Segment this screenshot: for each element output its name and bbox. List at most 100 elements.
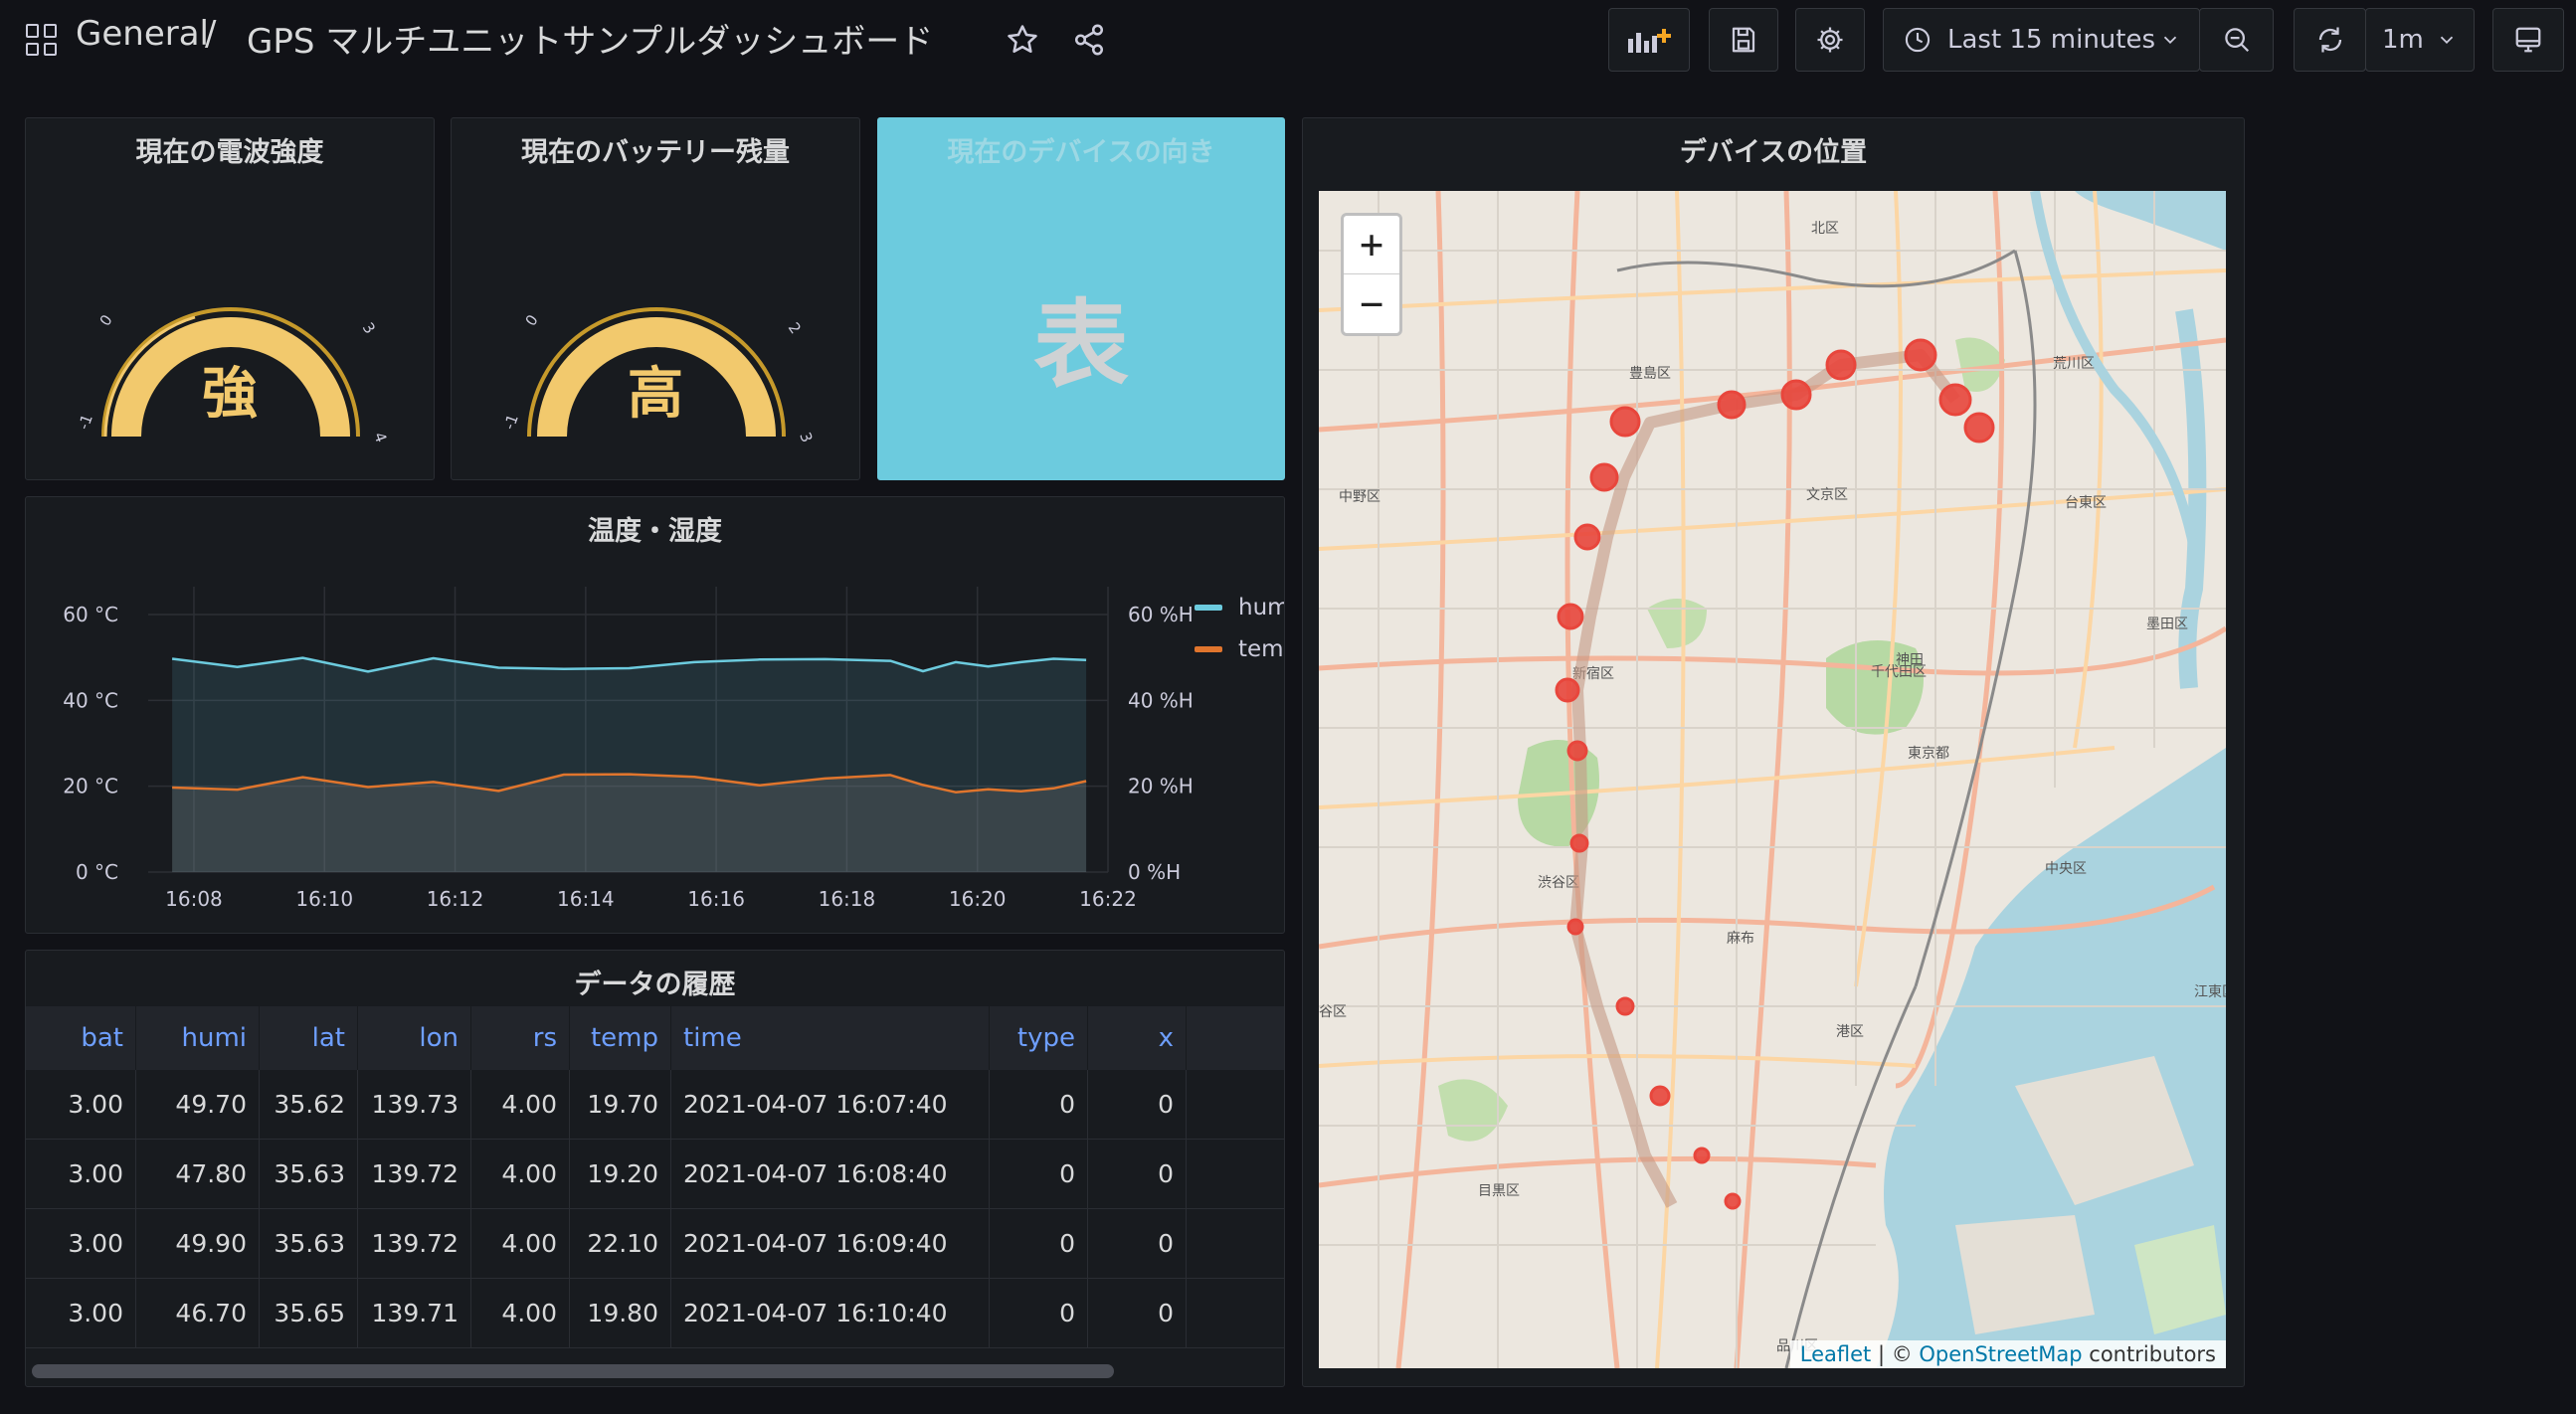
gps-point-marker[interactable] xyxy=(1609,406,1641,438)
column-header-humi[interactable]: humi xyxy=(136,1006,260,1070)
gps-point-marker[interactable] xyxy=(1717,390,1747,420)
refresh-interval-label: 1m xyxy=(2382,25,2424,55)
table-row: 3.00 49.70 35.62 139.73 4.00 19.70 2021-… xyxy=(26,1070,1284,1140)
horizontal-scrollbar[interactable] xyxy=(32,1364,1114,1378)
x-axis-tick-label: 16:14 xyxy=(557,887,615,911)
refresh-button[interactable] xyxy=(2294,8,2366,72)
map-zoom-control: + − xyxy=(1341,213,1402,336)
place-label: 墨田区 xyxy=(2146,616,2188,631)
gps-point-marker[interactable] xyxy=(1569,833,1589,853)
gps-point-marker[interactable] xyxy=(1724,1192,1742,1210)
gps-point-marker[interactable] xyxy=(1555,677,1580,703)
place-label: 麻布 xyxy=(1727,930,1754,946)
cell-x: 0 xyxy=(1088,1209,1187,1279)
gps-point-marker[interactable] xyxy=(1904,338,1937,372)
gps-point-marker[interactable] xyxy=(1825,349,1857,381)
table-row: 3.00 47.80 35.63 139.72 4.00 19.20 2021-… xyxy=(26,1140,1284,1209)
gps-point-marker[interactable] xyxy=(1649,1085,1671,1107)
gps-point-marker[interactable] xyxy=(1693,1147,1711,1164)
cell-bat: 3.00 xyxy=(26,1209,136,1279)
orientation-value: 表 xyxy=(1033,289,1129,401)
cell-time: 2021-04-07 16:09:40 xyxy=(671,1209,990,1279)
panel-title: データの履歴 xyxy=(574,970,736,1000)
gps-point-marker[interactable] xyxy=(1589,462,1619,492)
gps-point-marker[interactable] xyxy=(1963,412,1995,443)
cell-type: 0 xyxy=(990,1209,1088,1279)
column-header-lon[interactable]: lon xyxy=(358,1006,471,1070)
column-header-temp[interactable]: temp xyxy=(570,1006,671,1070)
star-icon[interactable] xyxy=(1003,20,1042,60)
place-label: 北区 xyxy=(1811,220,1839,236)
cell-type: 0 xyxy=(990,1279,1088,1348)
zoom-out-time-button[interactable] xyxy=(2199,8,2274,72)
gauge-tick-max: 3 xyxy=(796,430,816,444)
dashboard-title[interactable]: GPS マルチユニットサンプルダッシュボード xyxy=(247,14,933,63)
cell-bat: 3.00 xyxy=(26,1140,136,1209)
tv-mode-button[interactable] xyxy=(2492,8,2564,72)
place-label: 文京区 xyxy=(1806,486,1848,502)
breadcrumb-separator: / xyxy=(205,14,217,54)
gps-point-marker[interactable] xyxy=(1573,523,1601,551)
leaflet-link[interactable]: Leaflet xyxy=(1800,1342,1872,1366)
place-label: 中央区 xyxy=(2045,860,2087,876)
add-panel-button[interactable] xyxy=(1608,8,1690,72)
save-dashboard-button[interactable] xyxy=(1709,8,1778,72)
gear-icon xyxy=(1817,27,1843,53)
cell-time: 2021-04-07 16:10:40 xyxy=(671,1279,990,1348)
x-axis-tick-label: 16:10 xyxy=(295,887,353,911)
device-location-map[interactable]: 北区 豊島区 荒川区 中野区 文京区 台東区 墨田区 千代田区 新宿区 東京都 … xyxy=(1319,191,2226,1368)
chevron-down-icon xyxy=(2440,36,2454,45)
column-header-rs[interactable]: rs xyxy=(471,1006,570,1070)
column-header-bat[interactable]: bat xyxy=(26,1006,136,1070)
y-axis-tick-label-left: 20 °C xyxy=(63,775,118,798)
column-header-type[interactable]: type xyxy=(990,1006,1088,1070)
openstreetmap-link[interactable]: OpenStreetMap xyxy=(1919,1342,2082,1366)
time-range-label: Last 15 minutes xyxy=(1947,25,2156,55)
column-header-x[interactable]: x xyxy=(1088,1006,1187,1070)
gauge-tick: 0 xyxy=(96,311,116,329)
clock-icon xyxy=(1905,27,1931,53)
time-range-picker[interactable]: Last 15 minutes xyxy=(1883,8,2200,72)
breadcrumb-root[interactable]: General xyxy=(76,14,209,54)
legend-item-humi[interactable]: humi xyxy=(1195,587,1284,628)
battery-level-panel: 現在のバッテリー残量 -1 0 2 3 高 xyxy=(451,117,860,480)
x-axis-tick-label: 16:16 xyxy=(687,887,745,911)
refresh-interval-picker[interactable]: 1m xyxy=(2365,8,2475,72)
gps-point-marker[interactable] xyxy=(1938,383,1972,417)
zoom-in-button[interactable]: + xyxy=(1344,216,1399,274)
cell-rs: 4.00 xyxy=(471,1209,570,1279)
top-bar: General / GPS マルチユニットサンプルダッシュボード Last 15… xyxy=(0,0,2576,80)
data-history-panel: データの履歴 bat humi lat lon rs temp time typ… xyxy=(25,950,1285,1387)
legend-item-temp[interactable]: temp xyxy=(1195,628,1284,670)
cell-humi: 46.70 xyxy=(136,1279,260,1348)
column-header-time[interactable]: time xyxy=(671,1006,990,1070)
gps-point-marker[interactable] xyxy=(1557,603,1584,630)
gps-point-marker[interactable] xyxy=(1615,996,1635,1016)
x-axis-tick-label: 16:22 xyxy=(1079,887,1137,911)
temperature-humidity-panel: 温度・湿度 0 °C 0 %H 20 °C 20 %H 40 °C 40 %H 60 °C 6… xyxy=(25,496,1285,934)
cell-humi: 47.80 xyxy=(136,1140,260,1209)
table-row: 3.00 49.90 35.63 139.72 4.00 22.10 2021-… xyxy=(26,1209,1284,1279)
column-header-lat[interactable]: lat xyxy=(260,1006,358,1070)
zoom-out-icon xyxy=(2224,28,2249,53)
cell-rs: 4.00 xyxy=(471,1279,570,1348)
gps-point-marker[interactable] xyxy=(1566,740,1588,762)
place-label: 東京都 xyxy=(1908,745,1949,761)
cell-bat: 3.00 xyxy=(26,1070,136,1140)
gauge-tick: 0 xyxy=(522,311,542,329)
map-attribution: Leaflet | © OpenStreetMap contributors xyxy=(1789,1340,2226,1368)
zoom-out-button[interactable]: − xyxy=(1344,275,1399,334)
cell-rs: 4.00 xyxy=(471,1140,570,1209)
table-header-row: bat humi lat lon rs temp time type x xyxy=(26,1006,1284,1070)
y-axis-tick-label-right: 40 %H xyxy=(1128,688,1194,712)
cell-humi: 49.70 xyxy=(136,1070,260,1140)
dashboards-grid-icon[interactable] xyxy=(26,24,58,56)
gauge-tick: 2 xyxy=(785,319,805,337)
share-icon[interactable] xyxy=(1069,20,1109,60)
cell-time: 2021-04-07 16:08:40 xyxy=(671,1140,990,1209)
y-axis-tick-label-left: 0 °C xyxy=(76,860,118,884)
cell-type: 0 xyxy=(990,1070,1088,1140)
dashboard-settings-button[interactable] xyxy=(1795,8,1865,72)
gps-point-marker[interactable] xyxy=(1566,918,1584,936)
gps-point-marker[interactable] xyxy=(1780,379,1812,411)
